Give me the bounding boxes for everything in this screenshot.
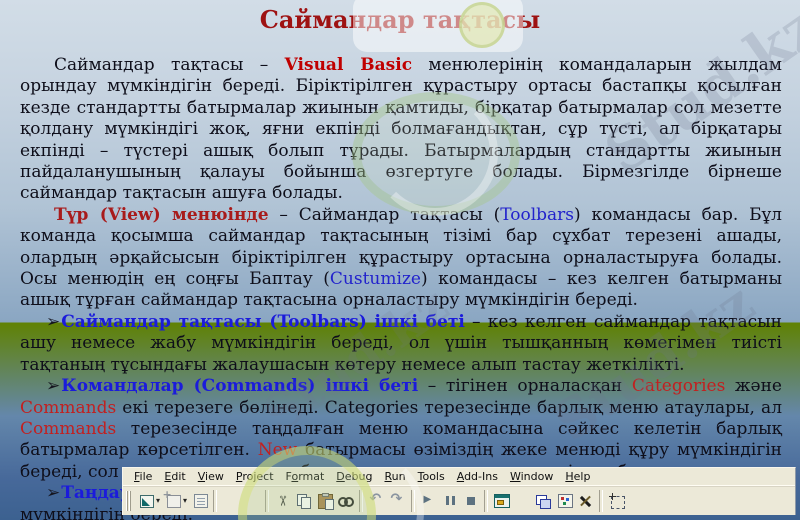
menu-item-run[interactable]: Run (379, 469, 412, 484)
text-run: менюлерінің командаларын жылдам орындау … (20, 55, 782, 204)
page-title: Саймандар тақтасы (259, 5, 541, 34)
vb-window-screenshot: File Edit View Project Format Debug Run Tools Ad… (122, 467, 796, 515)
add-form-icon (163, 488, 181, 508)
toolbar-grip[interactable] (126, 490, 131, 511)
selection-icon (608, 492, 625, 509)
menu-item-help[interactable]: Help (559, 469, 596, 484)
paragraph-view-menu: Түр (View) менюінде – Саймандар тақтасы … (20, 205, 782, 312)
menu-item-format[interactable]: Format (280, 469, 331, 484)
start-icon (421, 493, 437, 509)
redo-button[interactable] (387, 490, 408, 512)
commands-term: Commands (20, 418, 117, 439)
paste-icon (317, 493, 334, 510)
menu-item-window[interactable]: Window (504, 469, 559, 484)
arrow-bullet-icon: ➢ (46, 311, 61, 332)
commands-term: Commands (20, 397, 117, 418)
menu-item-debug[interactable]: Debug (330, 469, 378, 484)
add-project-button[interactable] (135, 490, 156, 512)
arrow-bullet-icon: ➢ (46, 483, 61, 504)
add-project-icon (139, 495, 154, 508)
standard-toolbar: ▾▾ (123, 485, 795, 515)
customize-term: Custumize (329, 269, 421, 290)
slide: Stud.kz Stud.kz Stud.kz Саймандар тақтас… (0, 0, 800, 520)
toolbox-icon (578, 493, 594, 509)
bullet-toolbars-tab: ➢Саймандар тақтасы (Toolbars) ішкі беті … (20, 312, 782, 376)
text-run: екі терезеге бөлінеді. Categories терезе… (116, 397, 782, 418)
object-browser-icon (557, 494, 573, 508)
menu-item-tools[interactable]: Tools (412, 469, 451, 484)
open-project-button[interactable] (220, 490, 241, 512)
save-project-icon (244, 493, 260, 509)
slide-body: Саймандар тақтасы – Visual Basic менюлер… (20, 55, 782, 520)
form-layout-button[interactable] (533, 490, 554, 512)
new-button-term: New (257, 440, 298, 461)
form-layout-icon (535, 493, 552, 509)
arrow-bullet-icon: ➢ (46, 376, 61, 397)
categories-term: Categories (631, 376, 726, 397)
toolbars-term: Toolbars (500, 204, 575, 225)
redo-icon (390, 491, 406, 509)
project-explorer-button[interactable] (491, 490, 512, 512)
visual-basic-highlight: Visual Basic (284, 55, 413, 75)
copy-icon (296, 493, 312, 509)
cut-button[interactable] (272, 490, 293, 512)
toolbar-separator (411, 489, 416, 512)
dropdown-arrow-icon[interactable]: ▾ (183, 496, 187, 505)
copy-button[interactable] (293, 490, 314, 512)
selection-button[interactable] (606, 490, 627, 512)
text-run: және (725, 376, 782, 397)
view-menu-heading: Түр (View) менюінде (54, 204, 269, 225)
break-icon (442, 493, 458, 509)
text-run: Саймандар тақтасы – (54, 55, 285, 75)
open-project-icon (223, 493, 239, 509)
find-button[interactable] (335, 490, 356, 512)
find-icon (337, 493, 354, 509)
menu-item-view[interactable]: View (192, 469, 230, 484)
menu-item-file[interactable]: File (128, 469, 158, 484)
commands-tab-heading: Командалар (Commands) ішкі беті (61, 376, 419, 397)
end-icon (463, 493, 479, 509)
end-button[interactable] (460, 490, 481, 512)
menu-item-addins[interactable]: Add-Ins (451, 469, 504, 484)
save-project-button[interactable] (241, 490, 262, 512)
undo-button[interactable] (366, 490, 387, 512)
toolbar-separator (213, 489, 218, 512)
menu-item-project[interactable]: Project (230, 469, 280, 484)
break-button[interactable] (439, 490, 460, 512)
dropdown-arrow-icon[interactable]: ▾ (156, 496, 160, 505)
cut-icon (275, 493, 291, 509)
toolbar-separator (359, 489, 364, 512)
object-browser-button[interactable] (554, 490, 575, 512)
paragraph-intro: Саймандар тақтасы – Visual Basic менюлер… (20, 55, 782, 205)
text-run: – тігінен орналасқан (418, 376, 632, 397)
toolbar-separator (484, 489, 489, 512)
menu-item-edit[interactable]: Edit (158, 469, 191, 484)
project-explorer-icon (494, 494, 511, 508)
menu-editor-button[interactable] (189, 490, 210, 512)
toolbars-tab-heading: Саймандар тақтасы (Toolbars) ішкі беті (61, 311, 465, 332)
properties-window-button[interactable] (512, 490, 533, 512)
properties-window-icon (515, 493, 531, 509)
toolbar-separator (599, 489, 604, 512)
toolbox-button[interactable] (575, 490, 596, 512)
menu-bar: File Edit View Project Format Debug Run Tools Ad… (123, 468, 795, 485)
toolbar-separator (265, 489, 270, 512)
paste-button[interactable] (314, 490, 335, 512)
add-form-button[interactable] (162, 488, 183, 512)
text-run: – Саймандар тақтасы ( (268, 204, 501, 225)
toolbar-icons: ▾▾ (135, 488, 627, 512)
start-button[interactable] (418, 490, 439, 512)
undo-icon (369, 491, 385, 509)
menu-editor-icon (193, 494, 208, 508)
